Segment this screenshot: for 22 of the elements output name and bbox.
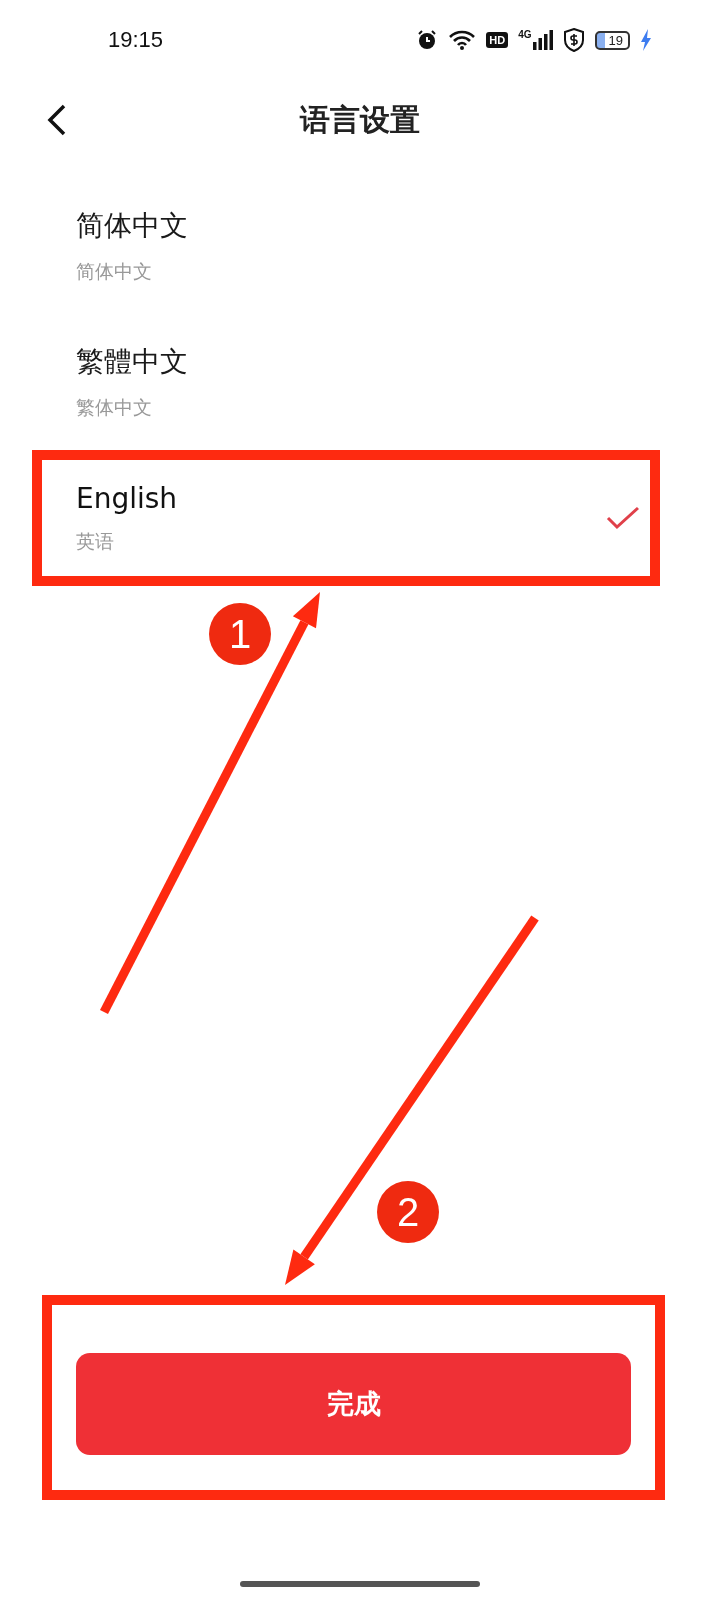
step-number: 2 xyxy=(377,1181,439,1243)
language-option[interactable]: English 英语 xyxy=(42,460,650,576)
checkmark-icon xyxy=(606,506,640,530)
wifi-icon xyxy=(448,29,477,51)
shield-icon xyxy=(562,28,585,52)
signal-icon xyxy=(532,30,553,50)
language-name: 繁體中文 xyxy=(76,344,189,380)
language-subtitle: 繁体中文 xyxy=(76,395,153,420)
language-name: English xyxy=(76,481,179,515)
hd-badge: HD xyxy=(486,32,509,48)
page-title: 语言设置 xyxy=(300,100,420,139)
network-type: 4G xyxy=(518,30,532,40)
charging-icon xyxy=(640,29,652,51)
step-number: 1 xyxy=(209,603,271,665)
status-time: 19:15 xyxy=(108,27,164,53)
language-name: 简体中文 xyxy=(76,208,189,244)
language-option[interactable]: 繁體中文 繁体中文 xyxy=(42,324,650,440)
language-subtitle: 简体中文 xyxy=(76,259,153,284)
language-subtitle: 英语 xyxy=(76,528,115,554)
done-button[interactable]: 完成 xyxy=(76,1353,631,1455)
battery-indicator: 19 xyxy=(594,30,630,50)
language-option[interactable]: 简体中文 简体中文 xyxy=(42,188,650,304)
